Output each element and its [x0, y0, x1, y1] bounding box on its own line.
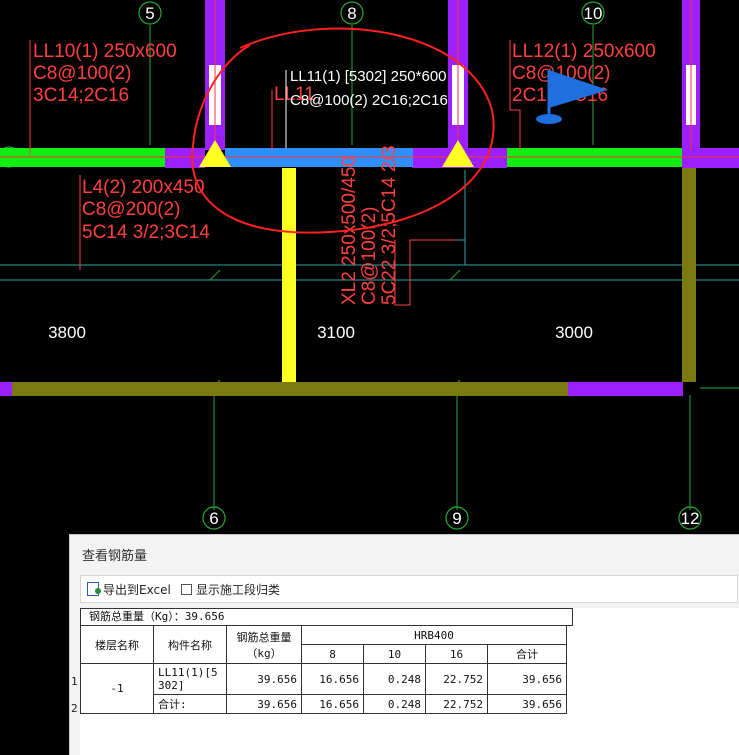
leader-xl2 — [394, 239, 455, 306]
row-number-1: 1 — [71, 675, 78, 688]
dialog-title: 查看钢筋量 — [82, 549, 148, 564]
note-ll10-line2: C8@100(2) — [33, 63, 132, 84]
column-bottom-right[interactable] — [568, 382, 683, 396]
table-row[interactable]: -1 LL11(1)[5302] 39.656 16.656 0.248 22.… — [80, 663, 567, 714]
header-floor: 楼层名称 — [80, 625, 154, 664]
cell-sum: 39.656 — [487, 663, 567, 695]
cell-member: 合计: — [153, 694, 227, 714]
header-d8: 8 — [301, 644, 364, 664]
cell-d8: 16.656 — [301, 694, 364, 714]
cell-d8: 16.656 — [301, 663, 364, 695]
wall-right[interactable] — [682, 168, 696, 382]
rebar-table: 楼层名称 构件名称 钢筋总重量（kg） HRB400 8 10 16 合计 -1… — [80, 625, 567, 714]
axis-label-12: 12 — [681, 509, 700, 528]
note-l4-line3: 5C14 3/2;3C14 — [82, 222, 210, 243]
checkbox-icon[interactable] — [181, 583, 192, 595]
axis-label-5: 5 — [145, 4, 154, 23]
column-right-base[interactable] — [700, 148, 739, 168]
grid-tick-1 — [209, 269, 221, 281]
show-stage-label: 显示施工段归类 — [196, 582, 281, 597]
total-weight-line: 钢筋总重量（Kg）：39.656 — [80, 608, 573, 626]
note-ll10-line3: 3C14;2C16 — [33, 85, 129, 106]
selected-beam-label-line1: LL11(1) [5302] 250*600 — [290, 68, 447, 85]
export-excel-icon — [87, 582, 101, 596]
dimension-3000: 3000 — [555, 323, 593, 342]
header-d10: 10 — [363, 644, 426, 664]
cell-d10: 0.248 — [363, 663, 426, 695]
dimension-3100: 3100 — [317, 323, 355, 342]
note-ll10-line1: LL10(1) 250x600 — [33, 41, 177, 62]
header-grade: HRB400 — [301, 625, 567, 645]
table-row[interactable]: 合计: 39.656 16.656 0.248 22.752 39.656 — [81, 694, 567, 714]
cell-d16: 22.752 — [425, 663, 488, 695]
show-stage-checkbox[interactable]: 显示施工段归类 — [181, 580, 280, 598]
cell-floor: -1 — [80, 663, 154, 714]
cell-total: 39.656 — [226, 694, 302, 714]
export-excel-label: 导出到Excel — [103, 582, 171, 597]
axis-label-6: 6 — [209, 509, 218, 528]
view-rebar-dialog[interactable]: 查看钢筋量 导出到Excel 显示施工段归类 钢筋总重量（Kg）：39.656 … — [69, 534, 739, 755]
row-number-2: 2 — [71, 702, 78, 715]
header-d16: 16 — [425, 644, 488, 664]
column-bottom-left[interactable] — [0, 382, 12, 396]
header-total: 钢筋总重量（kg） — [226, 625, 302, 664]
cell-member: LL11(1)[5302] — [153, 663, 227, 695]
header-member: 构件名称 — [153, 625, 227, 664]
beam-yellow-xl2[interactable] — [282, 168, 296, 388]
axis-label-9: 9 — [452, 509, 461, 528]
cell-d16: 22.752 — [425, 694, 488, 714]
export-excel-button[interactable]: 导出到Excel — [87, 580, 171, 598]
note-xl2-line2: C8@100(2) — [359, 207, 380, 306]
axis-label-8: 8 — [347, 4, 356, 23]
axis-label-10: 10 — [584, 4, 603, 23]
selected-beam-label-line2: C8@100(2) 2C16;2C16 — [290, 92, 448, 109]
note-ll12-line1: LL12(1) 250x600 — [512, 41, 656, 62]
rebar-table-area: 钢筋总重量（Kg）：39.656 楼层名称 构件名称 钢筋总重量（kg） HRB… — [80, 608, 739, 755]
cell-total: 39.656 — [226, 663, 302, 695]
column-left-base[interactable] — [165, 148, 205, 168]
grid-tick-2 — [449, 269, 461, 281]
dialog-toolbar: 导出到Excel 显示施工段归类 — [80, 575, 738, 603]
note-l4-line2: C8@200(2) — [82, 199, 181, 220]
cell-d10: 0.248 — [363, 694, 426, 714]
note-l4-line1: L4(2) 200x450 — [82, 177, 205, 198]
cell-sum: 39.656 — [487, 694, 567, 714]
dimension-3800: 3800 — [48, 323, 86, 342]
wall-bottom[interactable] — [12, 382, 568, 396]
header-sum: 合计 — [487, 644, 567, 664]
